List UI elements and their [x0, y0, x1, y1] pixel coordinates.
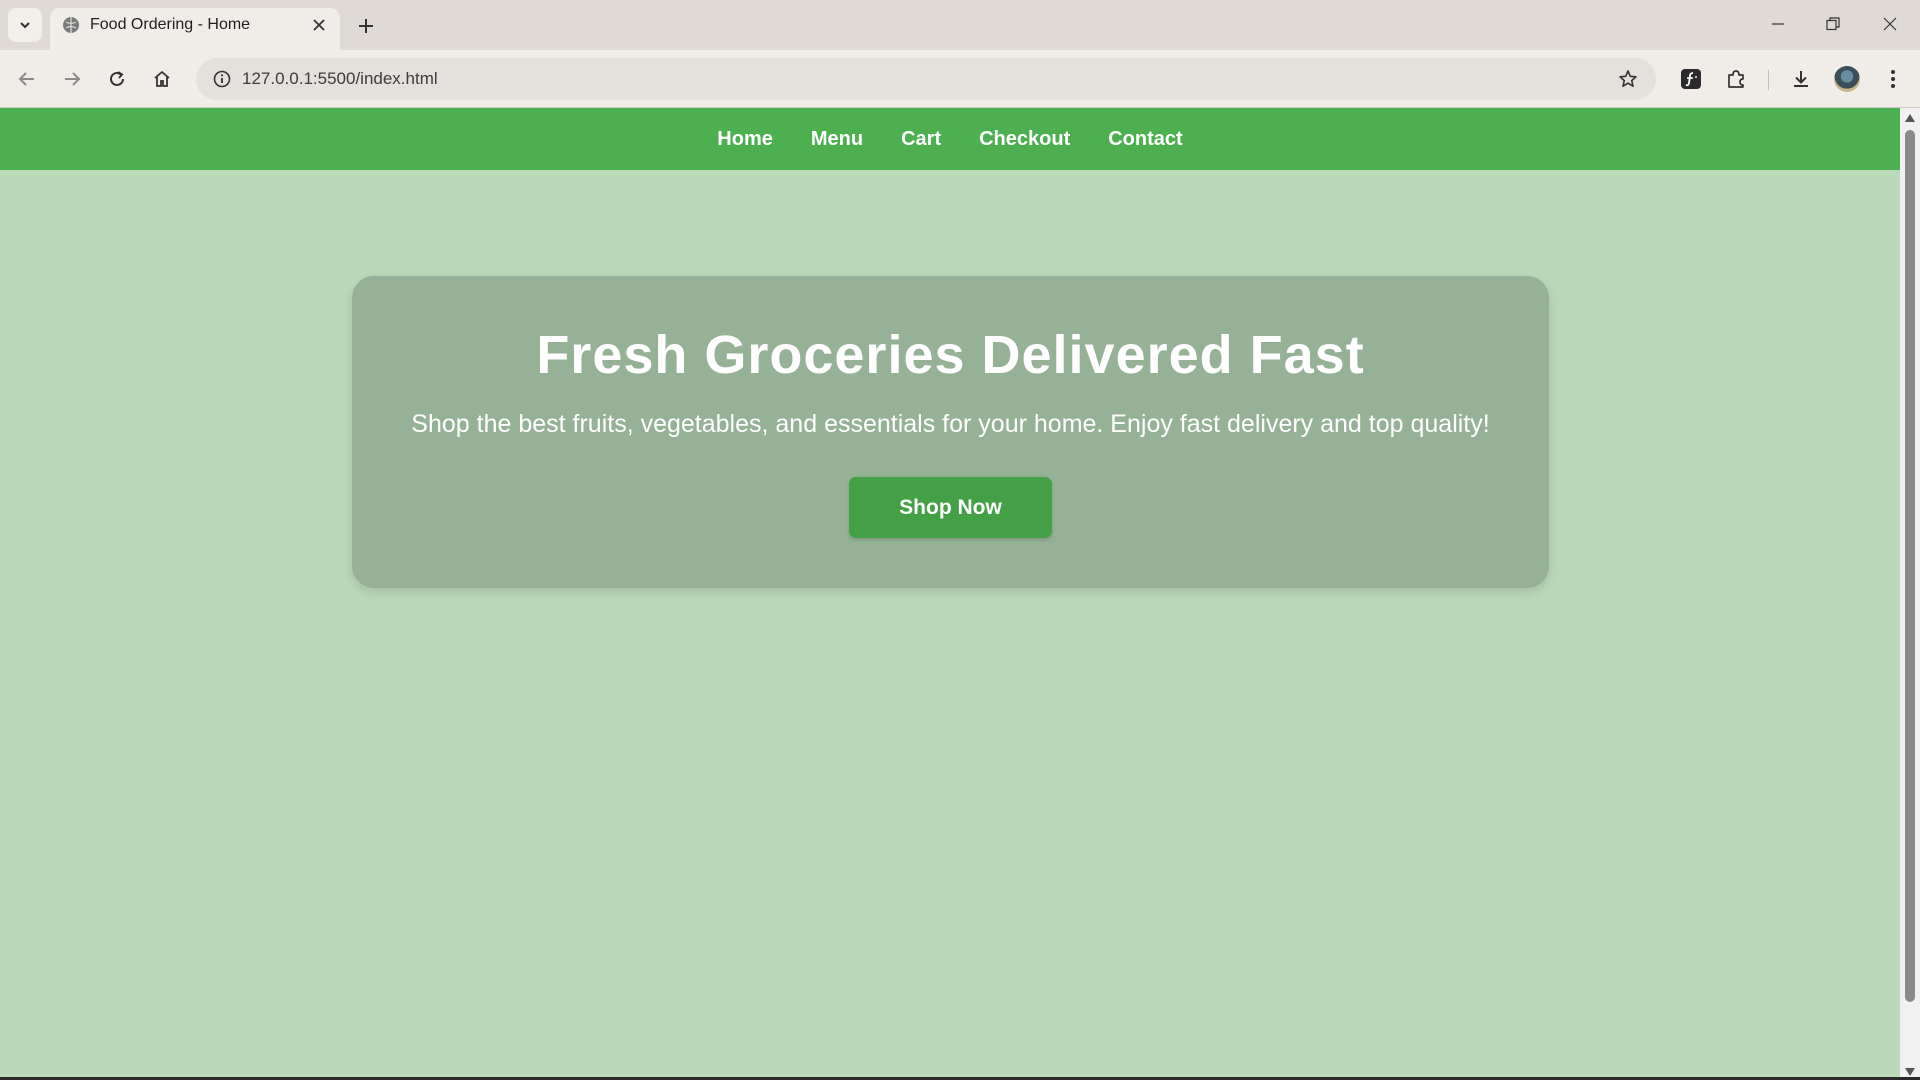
- nav-link-menu[interactable]: Menu: [811, 128, 863, 151]
- address-bar[interactable]: 127.0.0.1:5500/index.html: [196, 58, 1656, 100]
- chevron-down-icon: [20, 22, 30, 29]
- nav-link-contact[interactable]: Contact: [1108, 128, 1182, 151]
- browser-tab-strip: Food Ordering - Home: [0, 0, 1920, 50]
- page-viewport: Home Menu Cart Checkout Contact Fresh Gr…: [0, 108, 1900, 1080]
- more-menu-button[interactable]: [1876, 62, 1910, 96]
- hero-title: Fresh Groceries Delivered Fast: [536, 325, 1365, 385]
- info-icon: [213, 70, 231, 88]
- nav-link-checkout[interactable]: Checkout: [979, 128, 1070, 151]
- window-close-button[interactable]: [1862, 0, 1918, 48]
- triangle-up-icon: [1905, 114, 1915, 122]
- restore-button[interactable]: [1805, 0, 1861, 48]
- hero-card: Fresh Groceries Delivered Fast Shop the …: [352, 276, 1549, 588]
- home-icon: [154, 70, 170, 87]
- triangle-down-icon: [1905, 1068, 1915, 1076]
- bookmark-button[interactable]: [1612, 63, 1644, 95]
- browser-toolbar: 127.0.0.1:5500/index.html: [0, 50, 1920, 108]
- globe-icon: [63, 17, 79, 33]
- site-navbar: Home Menu Cart Checkout Contact: [0, 108, 1900, 170]
- site-info-button[interactable]: [206, 63, 238, 95]
- nav-link-home[interactable]: Home: [717, 128, 773, 151]
- window-close-icon: [1883, 17, 1897, 31]
- restore-icon: [1826, 17, 1840, 31]
- star-icon: [1619, 70, 1637, 87]
- shop-now-button[interactable]: Shop Now: [849, 477, 1052, 538]
- page-scrollbar[interactable]: [1900, 108, 1920, 1080]
- extensions-button[interactable]: [1719, 62, 1753, 96]
- home-button[interactable]: [145, 62, 179, 96]
- minimize-icon: [1772, 23, 1784, 25]
- downloads-button[interactable]: [1784, 62, 1818, 96]
- scroll-up-arrow[interactable]: [1904, 112, 1916, 124]
- toolbar-separator: [1768, 70, 1769, 90]
- reload-button[interactable]: [100, 62, 134, 96]
- reload-icon: [110, 71, 124, 86]
- url-text[interactable]: 127.0.0.1:5500/index.html: [242, 69, 438, 89]
- tab-close-button[interactable]: [306, 12, 332, 38]
- back-icon: [18, 72, 34, 86]
- nav-link-cart[interactable]: Cart: [901, 128, 941, 151]
- plus-icon: [359, 19, 373, 33]
- formula-extension-icon: [1681, 69, 1701, 89]
- minimize-button[interactable]: [1750, 0, 1806, 48]
- forward-icon: [65, 72, 81, 86]
- extensions-icon: [1728, 70, 1744, 88]
- profile-avatar[interactable]: [1834, 66, 1860, 92]
- close-icon: [313, 19, 325, 31]
- more-menu-icon: [1891, 70, 1895, 88]
- scrollbar-thumb[interactable]: [1905, 130, 1915, 1002]
- tab-title: Food Ordering - Home: [90, 16, 251, 33]
- formula-extension-button[interactable]: [1674, 62, 1708, 96]
- back-button[interactable]: [10, 62, 44, 96]
- download-icon: [1794, 71, 1808, 87]
- tab-search-button[interactable]: [8, 8, 42, 42]
- hero-subtitle: Shop the best fruits, vegetables, and es…: [411, 410, 1490, 438]
- new-tab-button[interactable]: [350, 10, 382, 42]
- forward-button[interactable]: [55, 62, 89, 96]
- browser-tab[interactable]: Food Ordering - Home: [50, 8, 340, 50]
